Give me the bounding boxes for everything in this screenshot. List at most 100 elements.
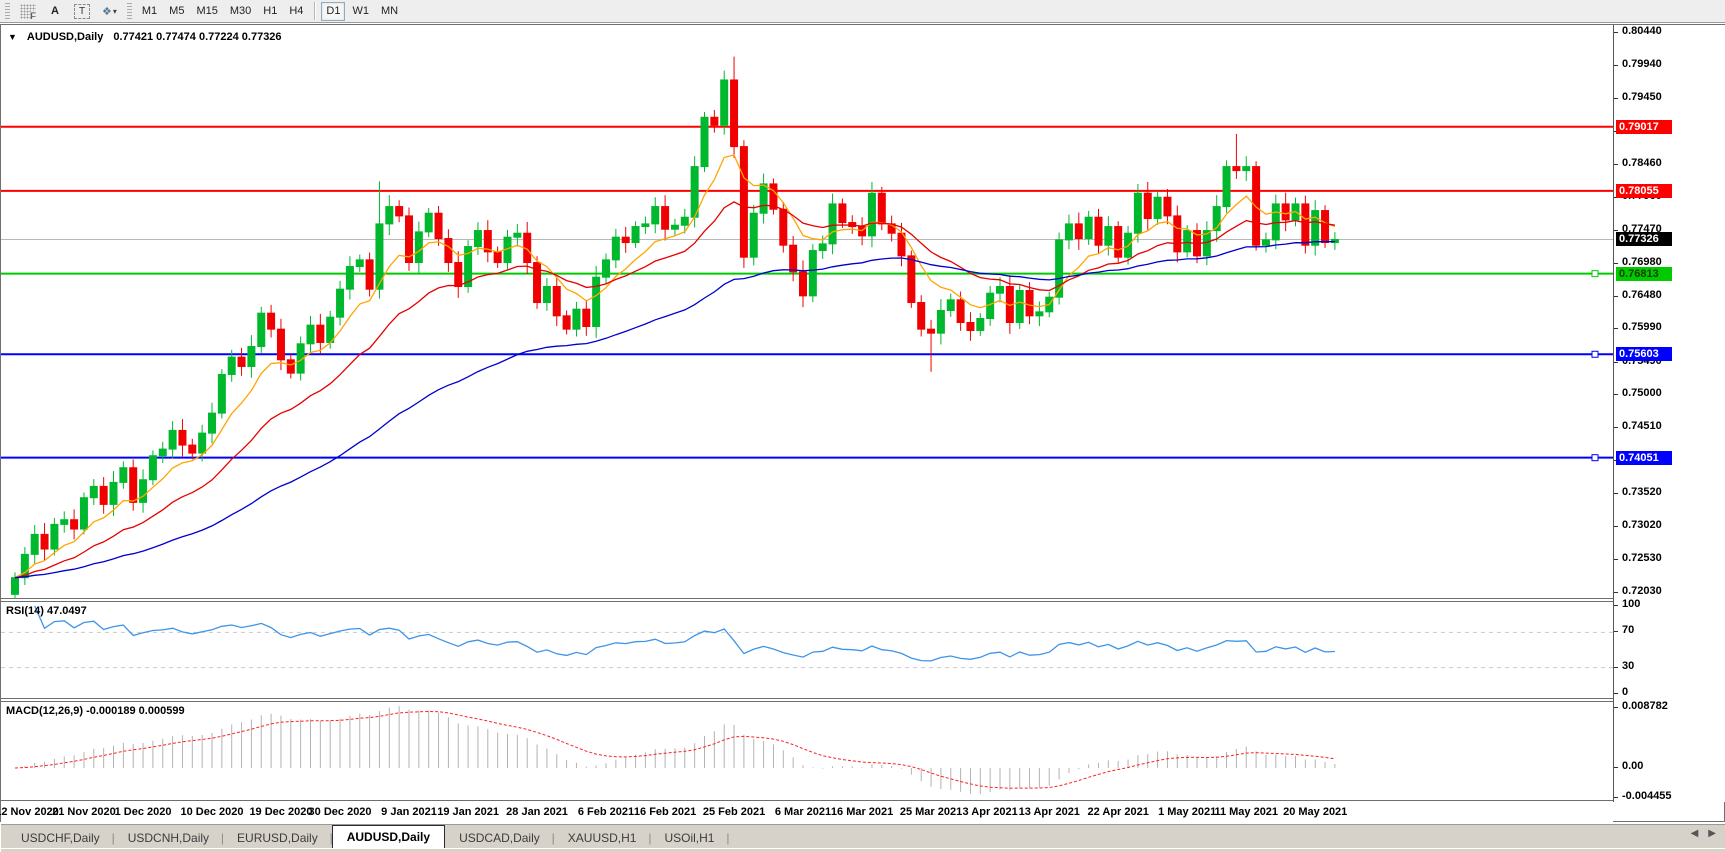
candle-body[interactable] xyxy=(41,534,48,549)
candle-body[interactable] xyxy=(543,287,550,303)
candle-body[interactable] xyxy=(819,244,826,251)
candle-body[interactable] xyxy=(800,272,807,296)
candle-body[interactable] xyxy=(346,267,353,290)
toolbar-drag-handle-2[interactable] xyxy=(127,3,132,19)
candle-body[interactable] xyxy=(603,260,610,277)
timeframe-button-w1[interactable]: W1 xyxy=(347,2,374,21)
timeframe-button-m30[interactable]: M30 xyxy=(225,2,256,21)
candle-body[interactable] xyxy=(149,456,156,480)
candle-body[interactable] xyxy=(51,524,58,549)
candle-body[interactable] xyxy=(189,445,196,453)
candle-body[interactable] xyxy=(731,80,738,147)
candle-body[interactable] xyxy=(494,252,501,263)
candle-body[interactable] xyxy=(740,147,747,258)
candle-body[interactable] xyxy=(947,300,954,311)
candle-body[interactable] xyxy=(1253,167,1260,246)
ma-slow-line[interactable] xyxy=(15,242,1335,578)
rsi-indicator-pane[interactable]: RSI(14) 47.0497 xyxy=(1,601,1613,699)
candle-body[interactable] xyxy=(868,193,875,236)
candle-body[interactable] xyxy=(721,80,728,125)
candle-body[interactable] xyxy=(1174,216,1181,252)
candle-body[interactable] xyxy=(937,311,944,334)
candle-body[interactable] xyxy=(90,486,97,497)
candle-body[interactable] xyxy=(977,318,984,330)
candle-body[interactable] xyxy=(327,317,334,342)
ma-mid-line[interactable] xyxy=(15,202,1335,578)
candle-body[interactable] xyxy=(839,204,846,223)
candle-body[interactable] xyxy=(356,260,363,267)
macd-canvas[interactable] xyxy=(1,702,1613,800)
candle-body[interactable] xyxy=(563,316,570,329)
candle-body[interactable] xyxy=(1223,167,1230,207)
candle-body[interactable] xyxy=(130,468,137,503)
candle-body[interactable] xyxy=(71,520,78,529)
candle-body[interactable] xyxy=(967,322,974,330)
chart-menu-icon[interactable]: ▼ xyxy=(8,32,17,42)
timeframe-button-d1[interactable]: D1 xyxy=(321,2,345,21)
candle-body[interactable] xyxy=(790,245,797,272)
timeframe-button-h1[interactable]: H1 xyxy=(258,2,282,21)
symbol-tab-usdchf[interactable]: USDCHF,Daily| xyxy=(7,827,114,848)
candle-body[interactable] xyxy=(829,204,836,244)
candle-body[interactable] xyxy=(652,207,659,224)
candle-body[interactable] xyxy=(1184,231,1191,252)
timeframe-button-h4[interactable]: H4 xyxy=(284,2,308,21)
candle-body[interactable] xyxy=(258,313,265,346)
candle-body[interactable] xyxy=(80,498,87,529)
candle-body[interactable] xyxy=(1056,240,1063,297)
candle-body[interactable] xyxy=(780,209,787,245)
candle-body[interactable] xyxy=(1312,211,1319,246)
candle-body[interactable] xyxy=(209,413,216,433)
candle-body[interactable] xyxy=(583,309,590,326)
candle-body[interactable] xyxy=(248,346,255,366)
candle-body[interactable] xyxy=(179,430,186,445)
symbol-tab-usdcnh[interactable]: USDCNH,Daily| xyxy=(114,827,223,848)
candle-body[interactable] xyxy=(928,329,935,333)
candle-body[interactable] xyxy=(612,237,619,260)
candle-body[interactable] xyxy=(760,184,767,213)
timeframe-button-m1[interactable]: M1 xyxy=(137,2,162,21)
candle-body[interactable] xyxy=(671,225,678,229)
candle-body[interactable] xyxy=(1016,291,1023,323)
candle-body[interactable] xyxy=(110,482,117,504)
timeframe-button-m5[interactable]: M5 xyxy=(164,2,189,21)
candle-body[interactable] xyxy=(1105,227,1112,246)
candle-body[interactable] xyxy=(31,534,38,554)
line-edit-marker[interactable] xyxy=(1592,455,1598,461)
candle-body[interactable] xyxy=(228,357,235,374)
candle-body[interactable] xyxy=(1134,193,1141,233)
candle-body[interactable] xyxy=(711,117,718,125)
candle-body[interactable] xyxy=(1026,291,1033,316)
candle-body[interactable] xyxy=(1302,204,1309,245)
candle-body[interactable] xyxy=(474,231,481,247)
symbol-tab-usdcad[interactable]: USDCAD,Daily| xyxy=(445,827,554,848)
candle-body[interactable] xyxy=(1233,167,1240,171)
main-chart-pane[interactable]: ▼ AUDUSD,Daily 0.77421 0.77474 0.77224 0… xyxy=(1,26,1613,599)
candle-body[interactable] xyxy=(1065,224,1072,240)
candle-body[interactable] xyxy=(415,232,422,263)
candle-body[interactable] xyxy=(238,357,245,366)
candle-body[interactable] xyxy=(1154,197,1161,218)
candle-body[interactable] xyxy=(691,167,698,218)
candle-body[interactable] xyxy=(918,303,925,330)
candle-body[interactable] xyxy=(169,430,176,449)
candle-body[interactable] xyxy=(1085,217,1092,238)
text-box-button[interactable]: T xyxy=(69,2,95,21)
candle-body[interactable] xyxy=(1095,217,1102,245)
candle-body[interactable] xyxy=(287,360,294,373)
tab-scroll-left-icon[interactable]: ◀ xyxy=(1691,828,1699,839)
candle-body[interactable] xyxy=(199,433,206,453)
candle-body[interactable] xyxy=(100,486,107,504)
symbol-tab-eurusd[interactable]: EURUSD,Daily| xyxy=(223,827,332,848)
candle-body[interactable] xyxy=(337,289,344,317)
candle-body[interactable] xyxy=(455,263,462,287)
candle-body[interactable] xyxy=(593,277,600,326)
candle-body[interactable] xyxy=(1115,227,1122,258)
candle-body[interactable] xyxy=(1322,211,1329,243)
candle-body[interactable] xyxy=(878,193,885,224)
candle-body[interactable] xyxy=(307,325,314,344)
candle-body[interactable] xyxy=(573,309,580,329)
objects-dropdown-button[interactable]: ❖▾ xyxy=(97,2,122,21)
timeframe-button-m15[interactable]: M15 xyxy=(191,2,222,21)
candle-body[interactable] xyxy=(514,233,521,237)
